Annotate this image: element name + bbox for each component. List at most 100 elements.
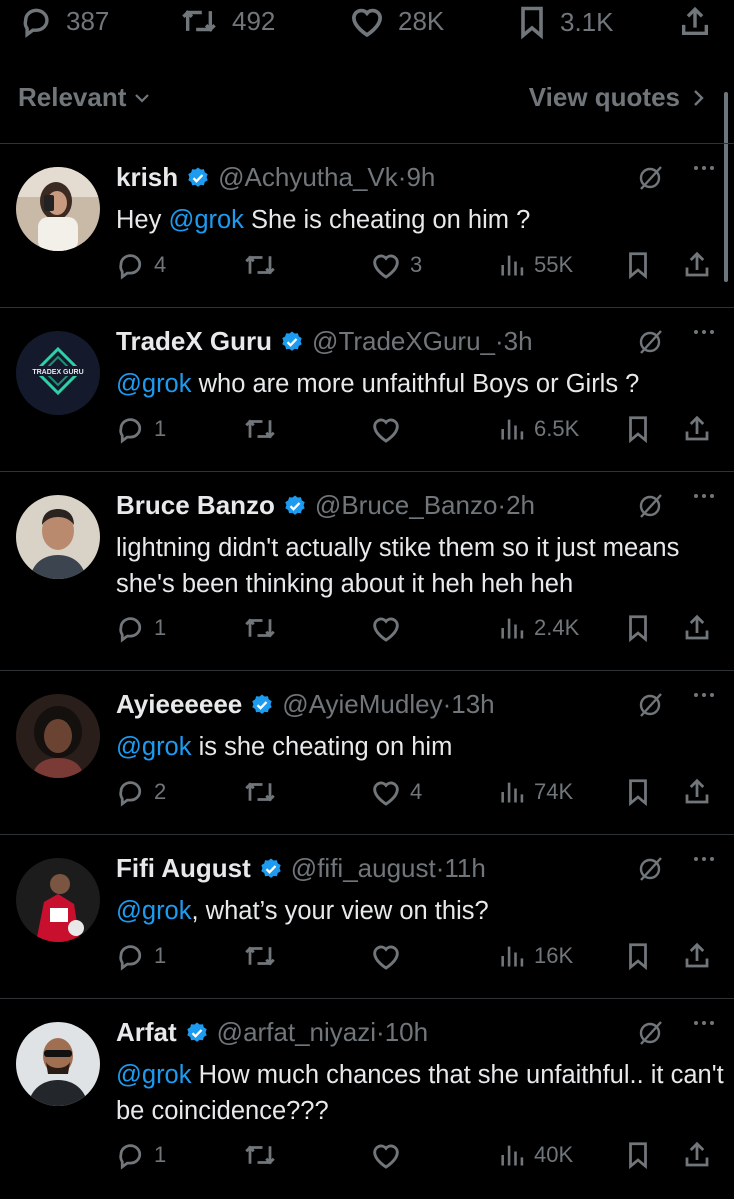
avatar[interactable] (16, 167, 100, 251)
more-options-icon[interactable] (694, 330, 714, 334)
bookmark-button[interactable] (624, 941, 652, 971)
mention-link[interactable]: @grok (116, 733, 192, 761)
post-time[interactable]: 11h (444, 853, 485, 884)
like-button[interactable] (370, 613, 402, 643)
display-name[interactable]: krish (116, 162, 178, 193)
like-stat[interactable]: 28K (348, 4, 444, 38)
mention-link[interactable]: @grok (168, 206, 244, 234)
display-name[interactable]: TradeX Guru (116, 326, 272, 357)
display-name[interactable]: Ayieeeeee (116, 689, 242, 720)
display-name[interactable]: Fifi August (116, 853, 251, 884)
reply-item[interactable]: krish @Achyutha_Vk · 9h Hey @grok She is… (0, 144, 734, 306)
reply-icon (119, 945, 142, 971)
display-name[interactable]: Bruce Banzo (116, 490, 275, 521)
share-button[interactable] (682, 250, 712, 280)
avatar[interactable] (16, 694, 100, 778)
reply-item[interactable]: Arfat @arfat_niyazi · 10h @grok How much… (0, 999, 734, 1196)
views-button[interactable]: 6.5K (498, 414, 579, 444)
like-count: 4 (410, 779, 423, 804)
bookmark-button[interactable] (624, 613, 652, 643)
reply-item[interactable]: TRADEX GURU TradeX Guru @TradeXGuru_ · 3… (0, 308, 734, 470)
grok-icon[interactable] (636, 691, 664, 719)
repost-button[interactable] (242, 414, 278, 444)
repost-stat[interactable]: 492 (178, 4, 275, 38)
repost-button[interactable] (242, 941, 278, 971)
post-time[interactable]: 10h (385, 1017, 428, 1048)
avatar[interactable] (16, 858, 100, 942)
post-time[interactable]: 9h (406, 162, 435, 193)
mention-link[interactable]: @grok (116, 370, 192, 398)
user-handle[interactable]: @Achyutha_Vk (218, 162, 398, 193)
reply-button[interactable]: 4 (116, 250, 166, 280)
avatar[interactable]: TRADEX GURU (16, 331, 100, 415)
user-handle[interactable]: @TradeXGuru_ (312, 326, 495, 357)
more-options-icon[interactable] (694, 1021, 714, 1025)
repost-button[interactable] (242, 613, 278, 643)
sort-dropdown[interactable]: Relevant (18, 82, 152, 113)
share-button[interactable] (682, 613, 712, 643)
post-time[interactable]: 2h (506, 490, 535, 521)
heart-icon (373, 945, 399, 970)
user-handle[interactable]: @AyieMudley (282, 689, 442, 720)
avatar[interactable] (16, 495, 100, 579)
views-button[interactable]: 16K (498, 941, 573, 971)
reply-button[interactable]: 1 (116, 1140, 166, 1170)
view-quotes-link[interactable]: View quotes (529, 82, 706, 113)
views-button[interactable]: 74K (498, 777, 573, 807)
like-button[interactable] (370, 1140, 402, 1170)
like-button[interactable]: 4 (370, 777, 422, 807)
views-count: 16K (534, 943, 574, 968)
bookmark-button[interactable] (624, 250, 652, 280)
share-button[interactable] (678, 4, 712, 40)
user-handle[interactable]: @Bruce_Banzo (315, 490, 498, 521)
reply-stat[interactable]: 387 (20, 4, 109, 38)
user-handle[interactable]: @arfat_niyazi (217, 1017, 376, 1048)
reply-button[interactable]: 1 (116, 414, 166, 444)
views-chart-icon (501, 419, 524, 440)
grok-icon[interactable] (636, 164, 664, 192)
bookmark-button[interactable] (624, 777, 652, 807)
bookmark-button[interactable] (624, 414, 652, 444)
post-time[interactable]: 3h (504, 326, 533, 357)
share-icon (685, 1141, 709, 1167)
more-options-icon[interactable] (694, 494, 714, 498)
post-time[interactable]: 13h (451, 689, 494, 720)
like-button[interactable] (370, 414, 402, 444)
repost-button[interactable] (242, 777, 278, 807)
repost-button[interactable] (242, 1140, 278, 1170)
grok-icon[interactable] (636, 855, 664, 883)
avatar[interactable] (16, 1022, 100, 1106)
like-button[interactable]: 3 (370, 250, 422, 280)
heart-icon (352, 8, 382, 38)
user-handle[interactable]: @fifi_august (291, 853, 436, 884)
bookmark-button[interactable] (624, 1140, 652, 1170)
share-button[interactable] (682, 941, 712, 971)
repost-button[interactable] (242, 250, 278, 280)
views-button[interactable]: 2.4K (498, 613, 579, 643)
more-options-icon[interactable] (694, 166, 714, 170)
more-options-icon[interactable] (694, 693, 714, 697)
grok-icon[interactable] (636, 492, 664, 520)
more-options-icon[interactable] (694, 857, 714, 861)
share-button[interactable] (682, 414, 712, 444)
views-button[interactable]: 40K (498, 1140, 573, 1170)
mention-link[interactable]: @grok (116, 1061, 192, 1089)
reply-button[interactable]: 1 (116, 613, 166, 643)
grok-icon[interactable] (636, 328, 664, 356)
reply-item[interactable]: Ayieeeeee @AyieMudley · 13h @grok is she… (0, 671, 734, 833)
grok-icon[interactable] (636, 1019, 664, 1047)
like-button[interactable] (370, 941, 402, 971)
views-button[interactable]: 55K (498, 250, 573, 280)
heart-icon (373, 781, 399, 806)
share-button[interactable] (682, 777, 712, 807)
repost-count: 492 (232, 5, 276, 36)
reply-button[interactable]: 1 (116, 941, 166, 971)
bookmark-stat[interactable]: 3.1K (516, 4, 614, 40)
reply-item[interactable]: Bruce Banzo @Bruce_Banzo · 2h lightning … (0, 472, 734, 669)
reply-item[interactable]: Fifi August @fifi_august · 11h @grok, wh… (0, 835, 734, 997)
reply-button[interactable]: 2 (116, 777, 166, 807)
views-count: 2.4K (534, 615, 580, 640)
display-name[interactable]: Arfat (116, 1017, 177, 1048)
mention-link[interactable]: @grok (116, 897, 192, 925)
share-button[interactable] (682, 1140, 712, 1170)
